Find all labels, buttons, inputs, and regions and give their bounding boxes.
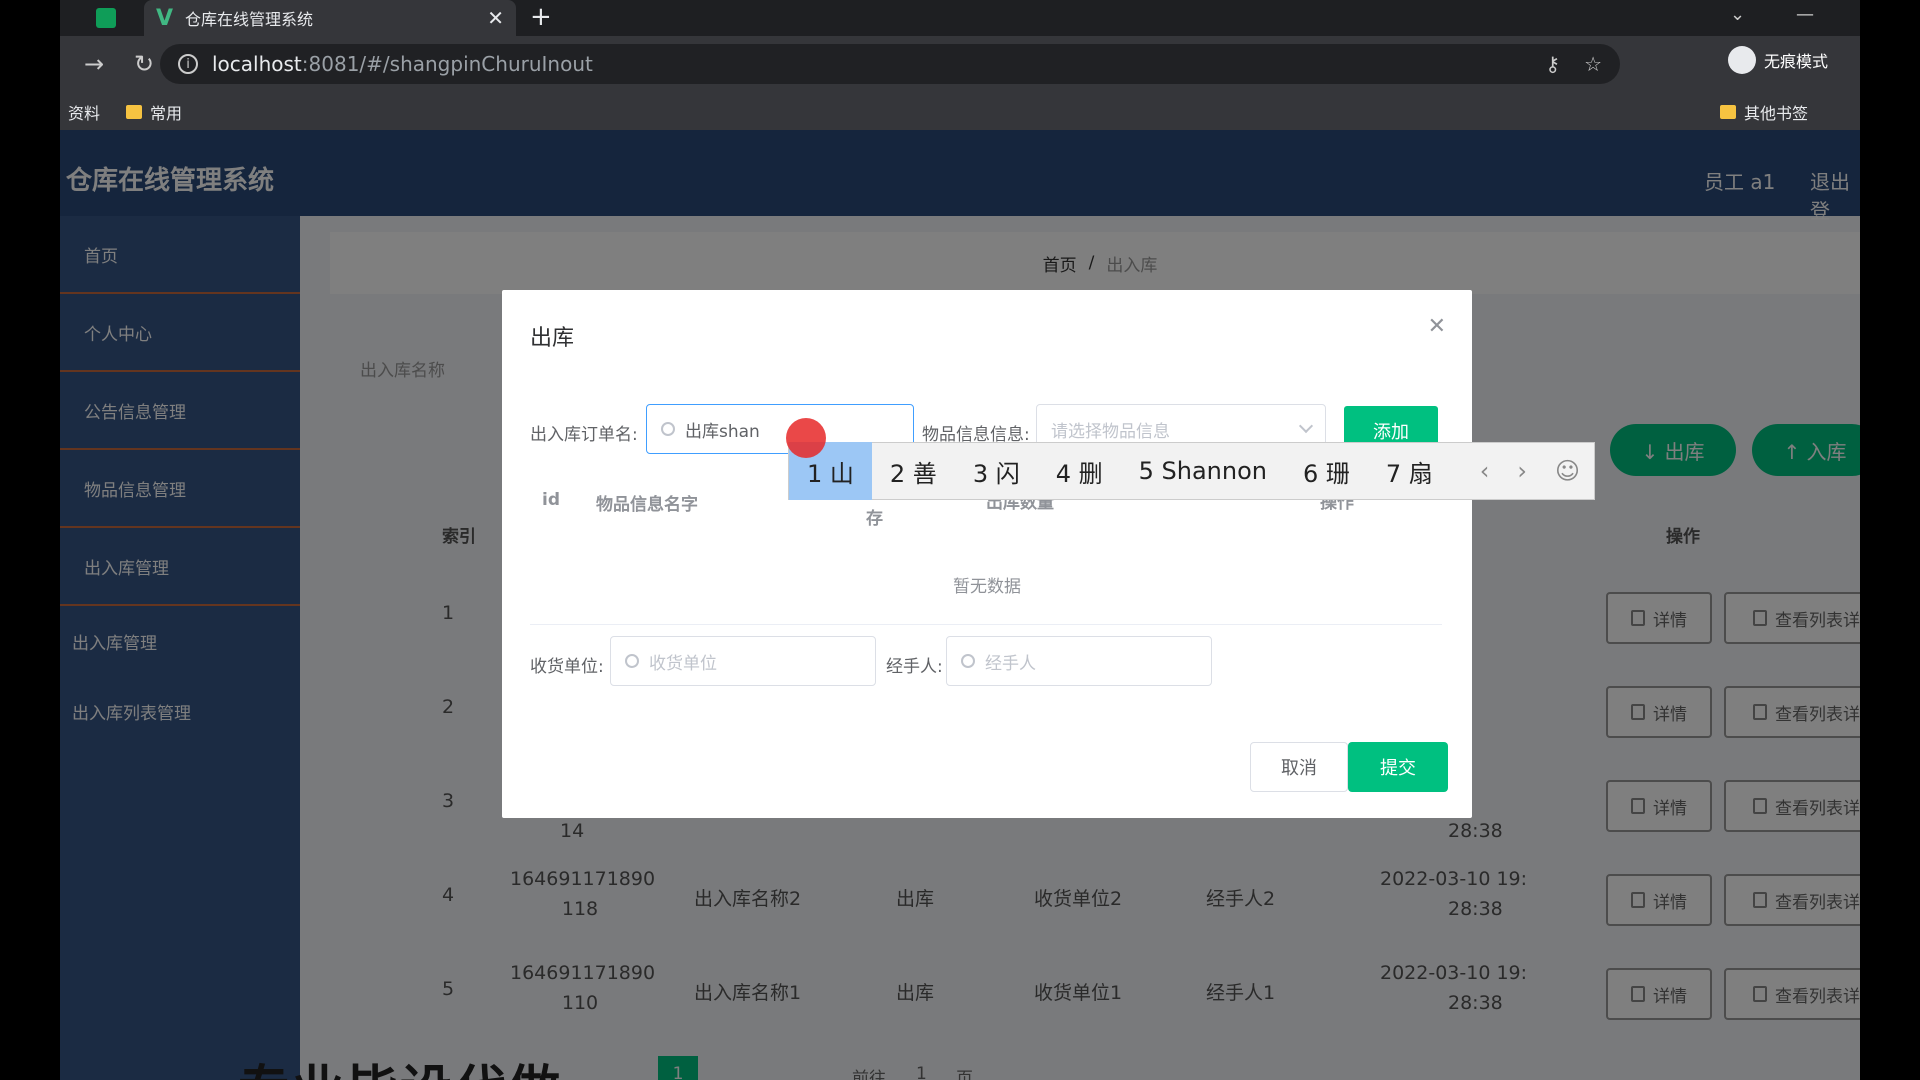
bookmark-ziliao[interactable]: 资料 <box>68 100 100 124</box>
receiver-placeholder: 收货单位 <box>649 653 717 674</box>
goods-placeholder: 请选择物品信息 <box>1051 421 1170 442</box>
tab-bar: V 仓库在线管理系统 ✕ + ⌄ — <box>60 0 1860 36</box>
ime-nav: ‹ › ☺ <box>1480 457 1594 485</box>
key-icon[interactable]: ⚷ <box>1545 52 1560 76</box>
screen: V 仓库在线管理系统 ✕ + ⌄ — → ↻ i localhost:8081/… <box>60 0 1860 1080</box>
star-icon[interactable]: ☆ <box>1584 52 1602 76</box>
ime-candidate[interactable]: 7 扇 <box>1368 442 1451 500</box>
order-name-value: 出库shan <box>685 421 760 442</box>
col-id: id <box>542 490 560 510</box>
emoji-icon[interactable]: ☺ <box>1555 457 1580 485</box>
bookmark-label: 资料 <box>68 104 101 123</box>
col-stock: 存 <box>866 509 883 529</box>
handler-placeholder: 经手人 <box>985 653 1036 674</box>
close-icon[interactable]: ✕ <box>1428 314 1446 339</box>
address-input[interactable]: i localhost:8081/#/shangpinChuruInout ⚷ … <box>160 44 1620 84</box>
new-tab-button[interactable]: + <box>530 2 552 32</box>
ime-candidate[interactable]: 2 善 <box>872 442 955 500</box>
sheets-icon[interactable] <box>96 8 116 28</box>
minimize-button[interactable]: — <box>1796 4 1814 25</box>
prev-page-icon[interactable]: ‹ <box>1480 457 1490 485</box>
video-subtitle: 专业毕设代做 <box>238 1048 562 1080</box>
chevron-down-icon <box>1298 418 1314 434</box>
folder-icon <box>126 105 142 119</box>
active-tab[interactable]: V 仓库在线管理系统 ✕ <box>144 0 516 36</box>
reload-icon[interactable]: ↻ <box>128 50 160 78</box>
folder-icon <box>1720 105 1736 119</box>
ime-candidate[interactable]: 5 Shannon <box>1121 442 1285 500</box>
vue-logo-icon: V <box>156 5 174 31</box>
incognito-badge[interactable]: 无痕模式 <box>1728 46 1828 74</box>
ime-candidate-bar: 1 山 2 善 3 闪 4 删 5 Shannon 6 珊 7 扇 ‹ › ☺ <box>788 442 1595 500</box>
chevron-down-icon[interactable]: ⌄ <box>1730 4 1745 25</box>
search-icon <box>625 654 639 668</box>
out-dialog: 出库 ✕ 出入库订单名: 出库shan 物品信息信息: 请选择物品信息 添加 i… <box>502 290 1472 818</box>
receiver-input[interactable]: 收货单位 <box>610 636 876 686</box>
cancel-button[interactable]: 取消 <box>1250 742 1348 792</box>
search-icon <box>961 654 975 668</box>
tab-title: 仓库在线管理系统 <box>185 10 314 29</box>
bookmark-label: 常用 <box>150 104 183 123</box>
url-bar: → ↻ i localhost:8081/#/shangpinChuruInou… <box>60 36 1860 92</box>
search-icon <box>661 422 675 436</box>
incognito-label: 无痕模式 <box>1764 52 1829 71</box>
handler-label: 经手人: <box>886 657 943 677</box>
forward-icon[interactable]: → <box>78 50 110 78</box>
dialog-title: 出库 <box>530 326 575 351</box>
ime-candidate[interactable]: 6 珊 <box>1285 442 1368 500</box>
info-icon[interactable]: i <box>178 54 198 74</box>
incognito-icon <box>1728 46 1756 74</box>
ime-candidate[interactable]: 3 闪 <box>955 442 1038 500</box>
empty-text: 暂无数据 <box>953 577 1021 597</box>
click-indicator <box>786 418 826 458</box>
divider <box>530 624 1442 625</box>
handler-input[interactable]: 经手人 <box>946 636 1212 686</box>
ime-candidate[interactable]: 4 删 <box>1038 442 1121 500</box>
bookmarks-bar: 资料 常用 其他书签 <box>60 92 1860 130</box>
url-host: localhost <box>212 52 302 76</box>
url-path: :8081/#/shangpinChuruInout <box>301 52 593 76</box>
tab-close-icon[interactable]: ✕ <box>487 6 504 30</box>
submit-button[interactable]: 提交 <box>1348 742 1448 792</box>
col-goods-name: 物品信息名字 <box>596 495 698 515</box>
bookmark-changyong[interactable]: 常用 <box>126 100 182 124</box>
order-label: 出入库订单名: <box>530 425 638 445</box>
next-page-icon[interactable]: › <box>1517 457 1527 485</box>
other-bookmarks[interactable]: 其他书签 <box>1720 100 1808 124</box>
receiver-label: 收货单位: <box>530 657 604 677</box>
bookmark-label: 其他书签 <box>1744 104 1809 123</box>
